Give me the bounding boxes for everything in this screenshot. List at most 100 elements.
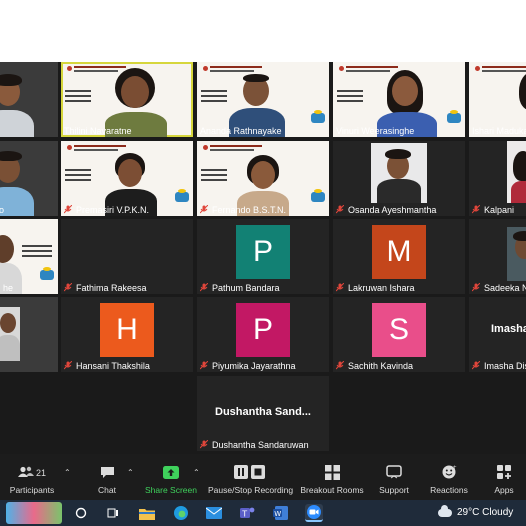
name-label: o <box>0 203 8 216</box>
share-screen-button[interactable]: Share Screen <box>144 464 198 495</box>
video-tile-thilini[interactable]: Thilini Navaratne <box>61 62 193 137</box>
video-tile-lakruwan[interactable]: M Lakruwan Ishara <box>333 219 465 294</box>
logo-icon <box>40 267 54 280</box>
participant-name: Sachith Kavinda <box>348 360 414 371</box>
teams-icon[interactable]: T <box>238 504 256 522</box>
participant-name: Lakruwan Ishara <box>348 282 415 293</box>
video-tile-hansani[interactable]: H Hansani Thakshila <box>61 297 193 372</box>
participant-name: Ananda Rathnayake <box>200 125 282 136</box>
video-tile-imasha[interactable]: Imasha Imasha Dis <box>469 297 526 372</box>
participant-name-fragment: o <box>0 204 5 215</box>
apps-button[interactable]: Apps <box>490 464 518 495</box>
participant-name: Dushantha Sandaruwan <box>212 439 309 450</box>
mic-muted-icon <box>200 361 208 370</box>
slide-text <box>201 90 227 105</box>
participant-name: Vinuri Weerasinghe <box>336 125 415 136</box>
participants-button[interactable]: 21 Participants <box>8 464 56 495</box>
mail-icon[interactable] <box>205 504 223 522</box>
participant-name: Sadeeka N <box>484 282 526 293</box>
participant-name: Osanda Ayeshmantha <box>348 204 437 215</box>
recording-controls-icon <box>234 465 266 481</box>
video-tile-ananda[interactable]: Ananda Rathnayake <box>197 62 329 137</box>
zoom-app-icon[interactable] <box>305 504 323 522</box>
share-screen-icon <box>163 465 179 481</box>
video-tile-piyumika[interactable]: P Piyumika Jayarathna <box>197 297 329 372</box>
edge-browser-icon[interactable] <box>172 504 190 522</box>
name-label: Ishari Maduka <box>469 124 526 137</box>
participants-caret-icon[interactable]: ⌃ <box>64 468 71 477</box>
video-tile-partial-left-r3[interactable]: he <box>0 219 58 294</box>
reactions-button[interactable]: + Reactions <box>430 464 468 495</box>
slide-text <box>337 90 363 105</box>
mic-muted-icon <box>200 205 208 214</box>
mic-muted-icon <box>472 361 480 370</box>
video-tile-partial-left-r4[interactable] <box>0 297 58 372</box>
name-label: Kalpani <box>469 203 518 216</box>
mic-muted-icon <box>336 283 344 292</box>
mic-muted-icon <box>64 283 72 292</box>
chat-caret-icon[interactable]: ⌃ <box>127 468 134 477</box>
slide-banner <box>203 145 263 153</box>
logo-icon <box>447 110 461 123</box>
apps-icon <box>496 464 512 482</box>
video-gallery: Thilini Navaratne Ananda Rathnayake Vinu… <box>0 62 526 454</box>
file-explorer-icon[interactable] <box>138 504 156 522</box>
mic-muted-icon <box>64 205 72 214</box>
slide-text <box>22 245 52 260</box>
chat-button[interactable]: Chat <box>92 464 122 495</box>
pause-stop-recording-button[interactable]: Pause/Stop Recording <box>208 464 293 495</box>
apps-label: Apps <box>494 485 514 495</box>
widgets-icon[interactable] <box>6 502 62 524</box>
video-tile-sachith[interactable]: S Sachith Kavinda <box>333 297 465 372</box>
logo-icon <box>311 110 325 123</box>
name-label: Sadeeka N <box>469 281 526 294</box>
video-tile-sadeeka[interactable]: Sadeeka N <box>469 219 526 294</box>
logo-icon <box>311 189 325 202</box>
participant-name: Pathum Bandara <box>212 282 280 293</box>
mic-muted-icon <box>336 205 344 214</box>
breakout-rooms-button[interactable]: Breakout Rooms <box>300 464 364 495</box>
cloud-icon <box>438 504 452 517</box>
task-view-icon[interactable] <box>104 504 122 522</box>
slide-banner <box>67 145 127 153</box>
name-label: Lakruwan Ishara <box>333 281 419 294</box>
participant-name: Fernando B.S.T.N. <box>212 204 287 215</box>
video-tile-partial-left-r1[interactable] <box>0 62 58 137</box>
mic-muted-icon <box>64 361 72 370</box>
chat-label: Chat <box>98 485 116 495</box>
name-label: Ananda Rathnayake <box>197 124 286 137</box>
participant-name: Hansani Thakshila <box>76 360 150 371</box>
share-screen-label: Share Screen <box>145 485 197 495</box>
support-button[interactable]: Support <box>378 464 410 495</box>
share-caret-icon[interactable]: ⌃ <box>193 468 200 477</box>
video-tile-vinuri[interactable]: Vinuri Weerasinghe <box>333 62 465 137</box>
video-tile-dushantha[interactable]: Dushantha Sand... Dushantha Sandaruwan <box>197 376 329 451</box>
participant-name: Imasha Dis <box>484 360 526 371</box>
weather-widget[interactable]: 29°C Cloudy <box>438 504 514 518</box>
video-tile-osanda[interactable]: Osanda Ayeshmantha <box>333 141 465 216</box>
video-tile-ishari[interactable]: Ishari Maduka <box>469 62 526 137</box>
word-icon[interactable]: W <box>272 504 290 522</box>
svg-text:T: T <box>241 510 247 519</box>
video-tile-kalpani[interactable]: Kalpani <box>469 141 526 216</box>
top-white-bar <box>0 0 526 62</box>
video-tile-partial-left-r2[interactable]: o <box>0 141 58 216</box>
name-label: he <box>0 281 17 294</box>
participant-display-name: Dushantha Sand... <box>215 406 311 418</box>
reactions-label: Reactions <box>430 485 468 495</box>
video-tile-fernando[interactable]: Fernando B.S.T.N. <box>197 141 329 216</box>
mic-muted-icon <box>472 205 480 214</box>
search-icon[interactable] <box>72 504 90 522</box>
temperature-text: 29°C <box>457 507 480 518</box>
logo-icon <box>175 189 189 202</box>
slide-text <box>65 90 91 105</box>
video-tile-fathima[interactable]: Fathima Rakeesa <box>61 219 193 294</box>
video-tile-premasiri[interactable]: Premasiri V.P.K.N. <box>61 141 193 216</box>
participant-name: Thilini Navaratne <box>64 125 132 136</box>
name-label: Fernando B.S.T.N. <box>197 203 290 216</box>
participant-video <box>0 70 46 137</box>
video-tile-pathum[interactable]: P Pathum Bandara <box>197 219 329 294</box>
mic-muted-icon <box>472 283 480 292</box>
weather-text: Cloudy <box>482 507 514 518</box>
breakout-rooms-label: Breakout Rooms <box>300 485 364 495</box>
